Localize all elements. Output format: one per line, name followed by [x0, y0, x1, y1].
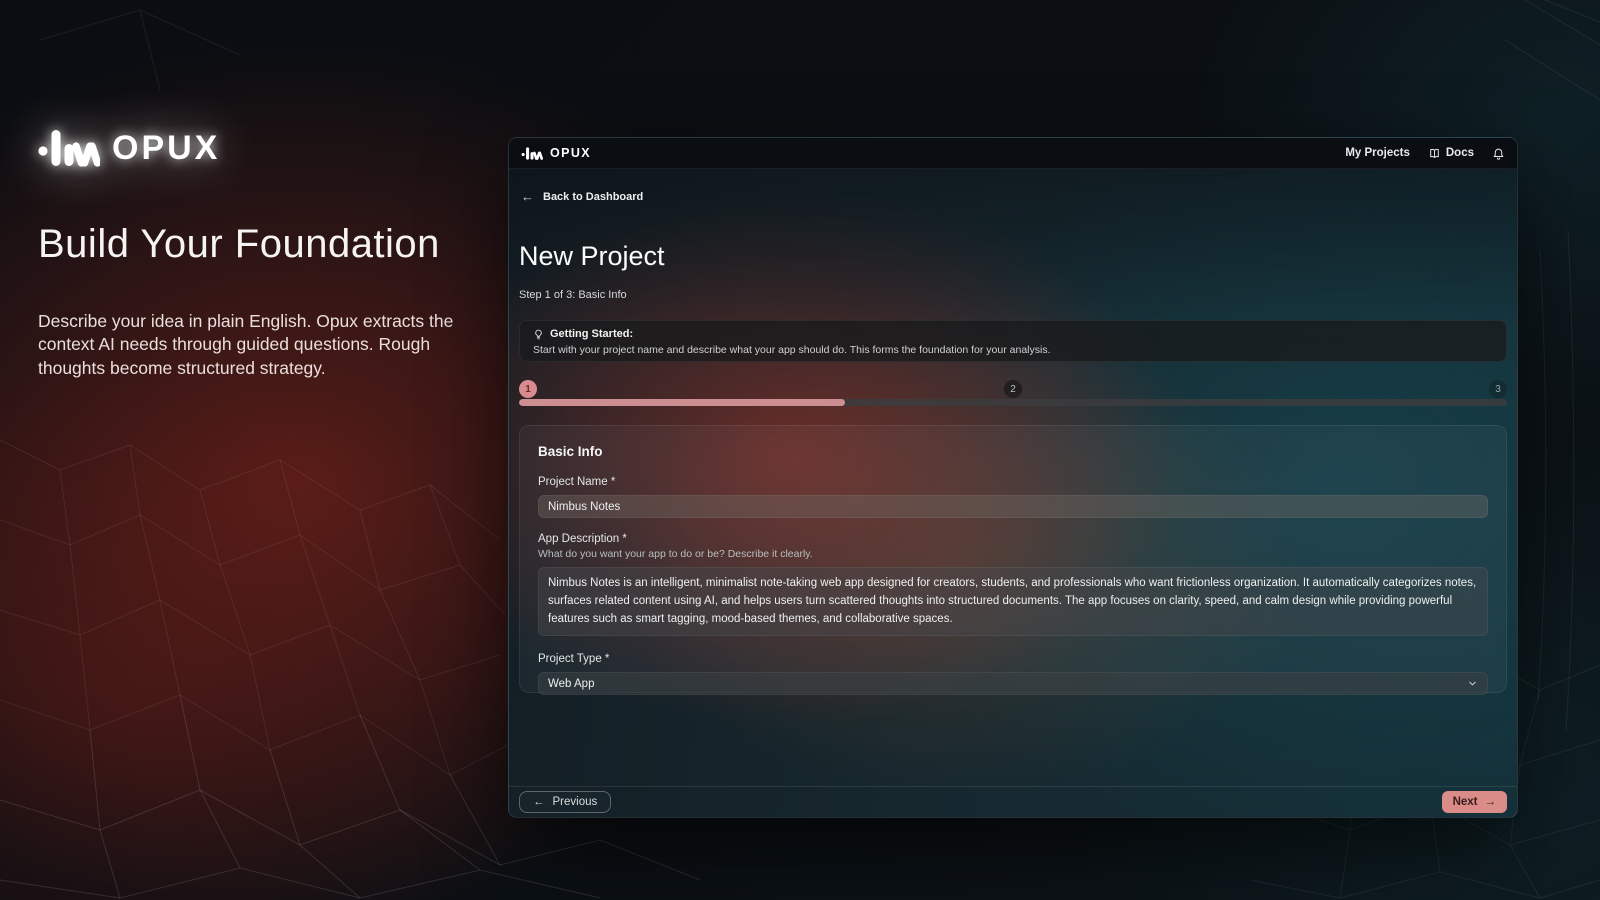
topbar-brand-text: OPUX [550, 146, 591, 160]
notifications-button[interactable] [1492, 147, 1505, 160]
app-description-textarea[interactable]: Nimbus Notes is an intelligent, minimali… [538, 567, 1488, 636]
getting-started-tip: Getting Started: Start with your project… [519, 320, 1507, 362]
project-type-value: Web App [548, 678, 594, 690]
arrow-right-icon: → [1485, 796, 1497, 808]
arrow-left-icon: ← [521, 189, 534, 204]
app-window: OPUX My Projects Docs [508, 137, 1518, 818]
app-description-label: App Description * [538, 533, 1488, 545]
progress-fill [519, 399, 845, 406]
nav-docs[interactable]: Docs [1428, 147, 1474, 160]
window-topbar: OPUX My Projects Docs [509, 138, 1517, 169]
basic-info-card: Basic Info Project Name * App Descriptio… [519, 425, 1507, 693]
step-indicator-label: Step 1 of 3: Basic Info [519, 289, 627, 301]
back-to-dashboard-label: Back to Dashboard [543, 191, 643, 203]
project-type-select[interactable]: Web App [538, 672, 1488, 695]
arrow-left-icon: ← [533, 796, 545, 808]
app-description-helper: What do you want your app to do or be? D… [538, 548, 1488, 560]
nav-my-projects[interactable]: My Projects [1345, 147, 1410, 159]
hero-title: Build Your Foundation [38, 222, 478, 267]
step-3-dot[interactable]: 3 [1489, 380, 1507, 398]
wizard-stepper: 1 2 3 [519, 380, 1507, 398]
project-type-label: Project Type * [538, 653, 1488, 665]
bell-icon [1492, 147, 1505, 160]
hero-description: Describe your idea in plain English. Opu… [38, 310, 470, 380]
nav-my-projects-label: My Projects [1345, 147, 1410, 159]
card-title: Basic Info [538, 444, 1488, 459]
desktop-background: OPUX Build Your Foundation Describe your… [0, 0, 1600, 900]
previous-button-label: Previous [553, 796, 598, 808]
chevron-down-icon [1467, 678, 1478, 689]
tip-title: Getting Started: [550, 328, 633, 340]
nav-docs-label: Docs [1446, 147, 1474, 159]
tip-body: Start with your project name and describ… [533, 344, 1493, 356]
opux-logo-mark-icon [38, 126, 100, 170]
next-button-label: Next [1453, 796, 1478, 808]
project-name-label: Project Name * [538, 476, 1488, 488]
project-name-input[interactable] [538, 495, 1488, 518]
book-icon [1428, 147, 1441, 160]
previous-button[interactable]: ← Previous [519, 791, 611, 813]
wizard-footer: ← Previous Next → [509, 786, 1517, 817]
opux-logo-mark-icon [521, 146, 543, 161]
back-to-dashboard-link[interactable]: ← Back to Dashboard [521, 189, 643, 204]
next-button[interactable]: Next → [1442, 791, 1507, 813]
lightbulb-icon [533, 329, 544, 340]
progress-bar [519, 399, 1507, 406]
step-2-dot[interactable]: 2 [1004, 380, 1022, 398]
topbar-nav: My Projects Docs [1345, 147, 1505, 160]
opux-logo: OPUX [38, 126, 220, 170]
step-1-dot[interactable]: 1 [519, 380, 537, 398]
window-content: ← Back to Dashboard New Project Step 1 o… [509, 169, 1517, 817]
hero-brand-text: OPUX [112, 129, 220, 168]
topbar-brand-link[interactable]: OPUX [521, 146, 591, 161]
page-title: New Project [519, 241, 665, 272]
